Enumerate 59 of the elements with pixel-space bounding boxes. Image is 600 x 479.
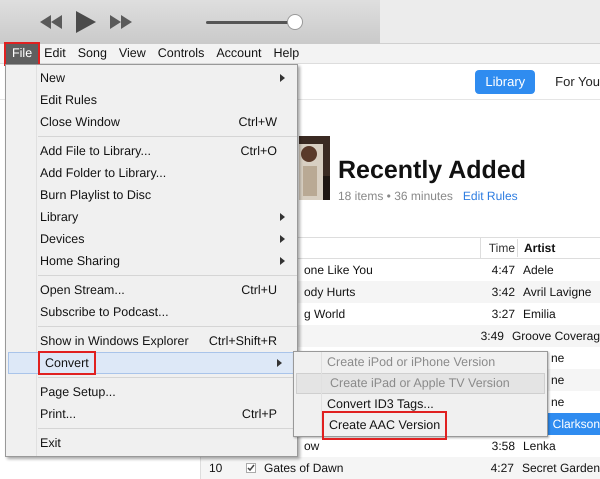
menu-item[interactable]: Edit bbox=[38, 44, 72, 64]
artist-name: ne bbox=[551, 350, 564, 367]
menu-item[interactable]: Page Setup... bbox=[6, 381, 297, 403]
track-time: 4:47 bbox=[490, 262, 516, 279]
menu-item[interactable]: Help bbox=[268, 44, 306, 64]
artist-name: Adele bbox=[522, 262, 554, 279]
track-time: 3:27 bbox=[490, 306, 516, 323]
menu-item: Create iPod or iPhone Version bbox=[326, 354, 496, 372]
track-time: 3:58 bbox=[490, 438, 516, 455]
track-time: 4:27 bbox=[490, 460, 515, 477]
checkbox[interactable] bbox=[246, 463, 256, 473]
playlist-title: Recently Added bbox=[338, 158, 526, 183]
table-row[interactable]: 10 Gates of Dawn 4:27 Secret Garden bbox=[201, 457, 600, 479]
song-title: one Like You bbox=[304, 262, 373, 279]
submenu-arrow-icon bbox=[280, 213, 285, 221]
nav-tab[interactable]: For You bbox=[545, 70, 600, 94]
song-title: Gates of Dawn bbox=[264, 460, 344, 477]
menu-item[interactable]: New bbox=[6, 67, 297, 89]
menu-item[interactable]: View bbox=[112, 44, 152, 64]
column-header[interactable]: Artist bbox=[517, 239, 556, 257]
play-icon[interactable] bbox=[76, 11, 96, 33]
artist-name: ne bbox=[551, 372, 564, 389]
artist-name: ne bbox=[551, 394, 564, 411]
track-number: 10 bbox=[208, 460, 224, 477]
song-title: ow bbox=[304, 438, 320, 455]
artist-name: Emilia bbox=[522, 306, 556, 323]
artist-name: Secret Garden bbox=[520, 460, 600, 477]
song-title: ody Hurts bbox=[304, 284, 356, 301]
edit-rules-link[interactable]: Edit Rules bbox=[462, 187, 518, 205]
fast-forward-icon[interactable] bbox=[110, 15, 132, 29]
menu-item[interactable]: File bbox=[6, 44, 38, 64]
artist-name: Clarkson bbox=[552, 416, 600, 433]
menu-item: Create iPad or Apple TV Version bbox=[296, 373, 545, 394]
playlist-summary: 18 items • 36 minutes bbox=[338, 188, 453, 205]
menu-item[interactable]: Close Window Ctrl+W bbox=[6, 111, 297, 133]
menu-item[interactable]: Add Folder to Library... bbox=[6, 162, 297, 184]
menu-item[interactable]: Song bbox=[72, 44, 113, 64]
track-time: 3:42 bbox=[490, 284, 516, 301]
column-header[interactable]: Time bbox=[481, 239, 517, 257]
submenu-arrow-icon bbox=[280, 74, 285, 82]
submenu-arrow-icon bbox=[280, 257, 285, 265]
artist-name: Groove Coverag bbox=[510, 328, 600, 345]
menu-item[interactable]: Burn Playlist to Disc bbox=[6, 184, 297, 206]
track-time: 3:49 bbox=[480, 328, 505, 345]
menu-item[interactable]: Convert bbox=[8, 352, 295, 374]
menu-item[interactable]: Print... Ctrl+P bbox=[6, 403, 297, 425]
menu-item[interactable]: Devices bbox=[6, 228, 297, 250]
song-title: g World bbox=[304, 306, 346, 323]
menu-item[interactable]: Edit Rules bbox=[6, 89, 297, 111]
menu-item[interactable]: Library bbox=[6, 206, 297, 228]
submenu-arrow-icon bbox=[280, 235, 285, 243]
submenu-arrow-icon bbox=[277, 359, 282, 367]
artist-name: Avril Lavigne bbox=[522, 284, 592, 301]
menu-item[interactable]: Account bbox=[210, 44, 268, 64]
menu-item[interactable]: Controls bbox=[152, 44, 210, 64]
rewind-icon[interactable] bbox=[40, 15, 62, 29]
menu-item[interactable]: Add File to Library... Ctrl+O bbox=[6, 140, 297, 162]
artist-name: Lenka bbox=[522, 438, 556, 455]
menu-item[interactable]: Convert ID3 Tags... bbox=[294, 394, 547, 415]
